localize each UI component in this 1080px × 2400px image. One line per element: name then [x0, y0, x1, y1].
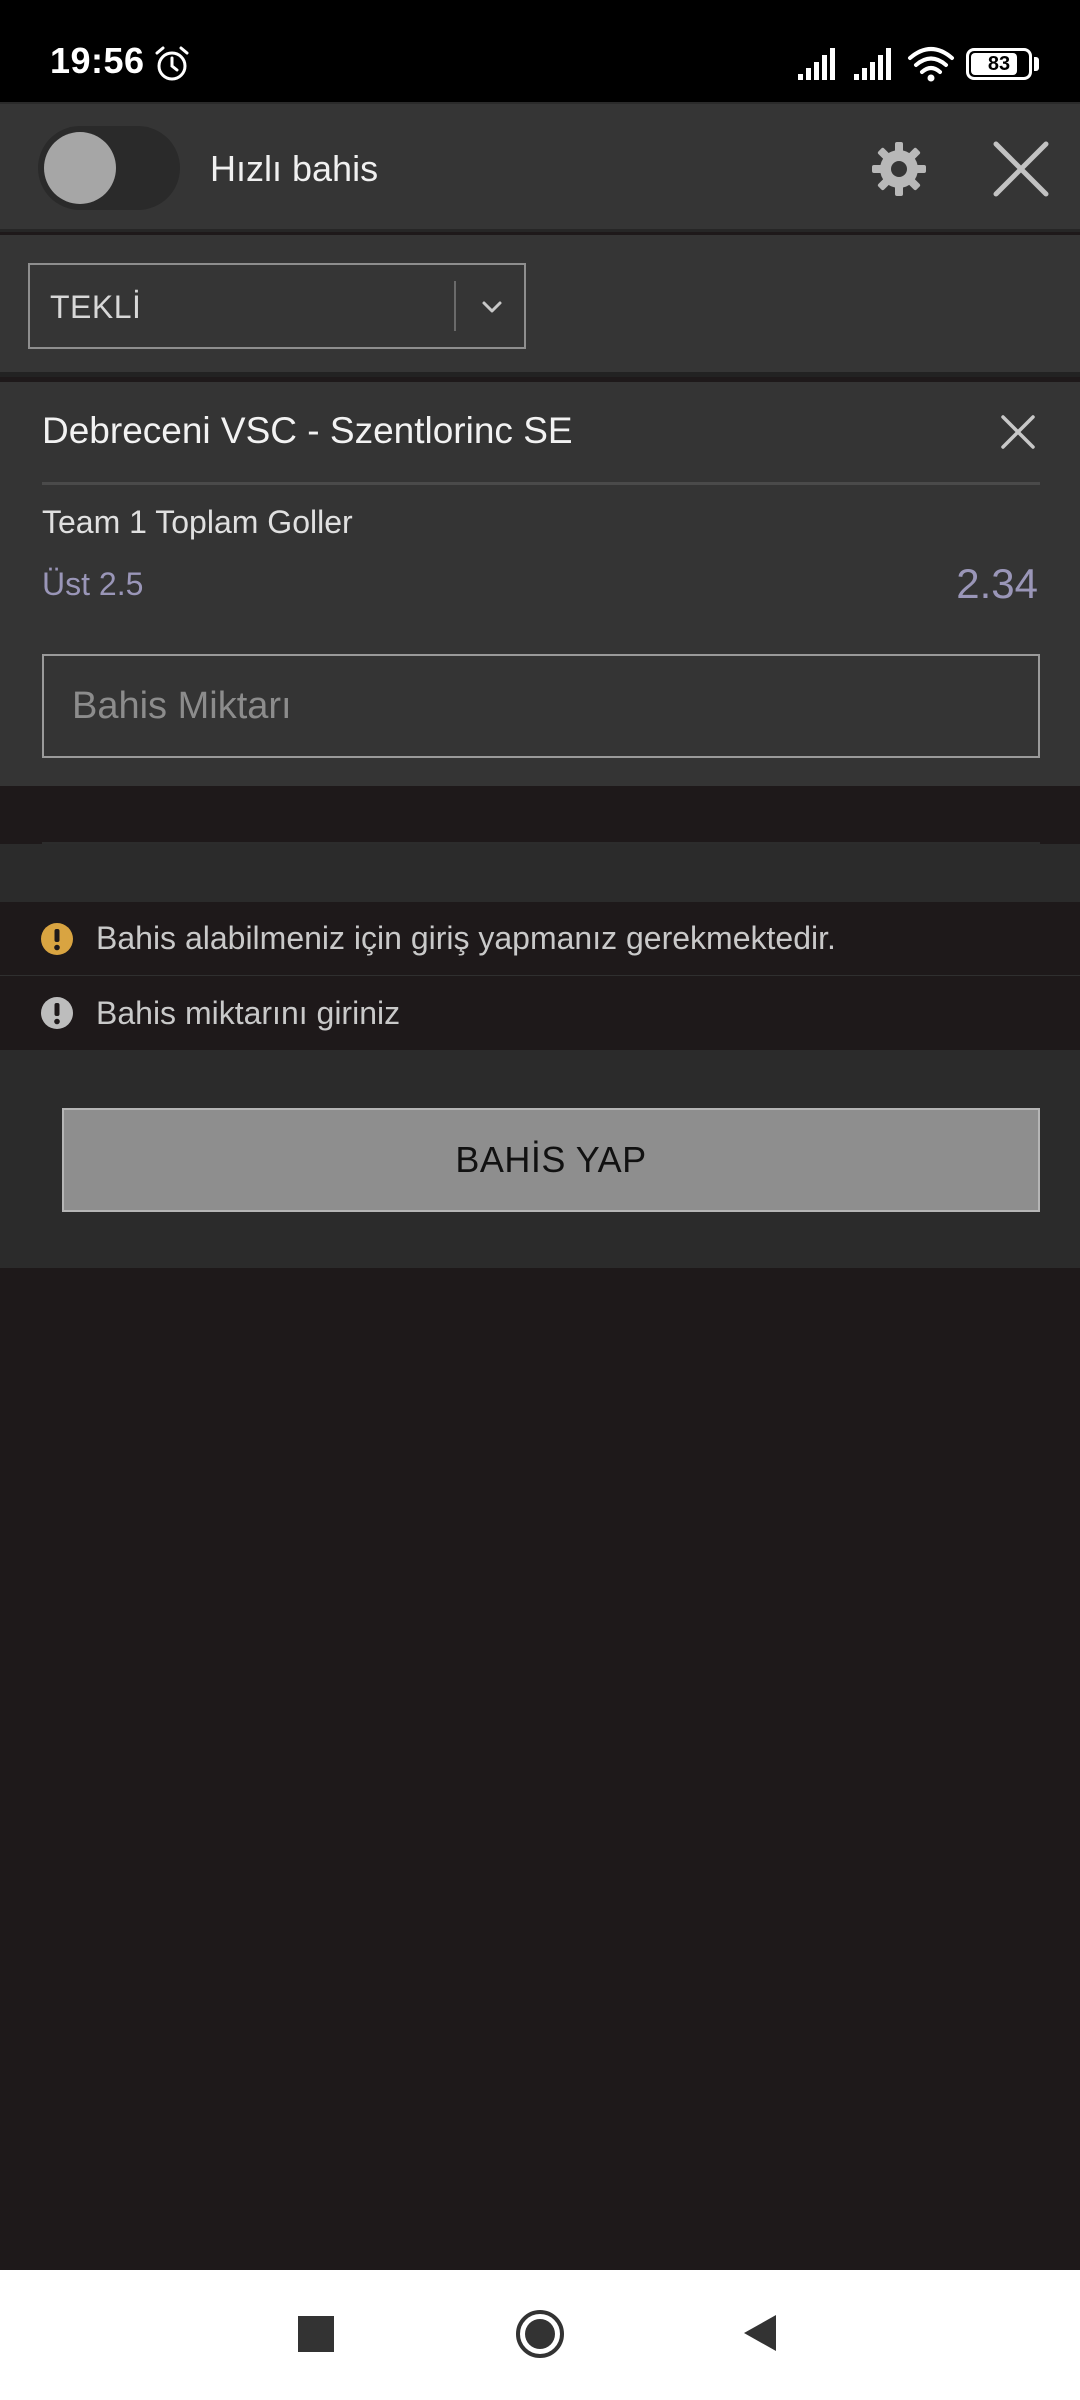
select-divider	[454, 281, 456, 331]
close-icon[interactable]	[990, 138, 1052, 200]
remove-selection-icon[interactable]	[998, 412, 1038, 452]
login-warning: Bahis alabilmeniz için giriş yapmanız ge…	[0, 902, 1080, 976]
battery-tip	[1034, 57, 1039, 71]
status-bar: 19:56 83	[0, 0, 1080, 102]
place-bet-section: BAHİS YAP	[0, 1050, 1080, 1268]
bet-type-row: TEKLİ	[0, 235, 1080, 377]
bet-slip-header: Hızlı bahis	[0, 102, 1080, 232]
bet-type-value: TEKLİ	[50, 289, 142, 325]
card-divider	[42, 482, 1040, 485]
toggle-knob[interactable]	[44, 132, 116, 204]
system-nav-bar	[0, 2270, 1080, 2400]
alarm-icon	[155, 46, 189, 81]
quick-bet-toggle[interactable]	[38, 126, 180, 210]
selection-name: Üst 2.5	[42, 566, 144, 602]
home-icon[interactable]	[514, 2308, 566, 2360]
spacer	[0, 786, 1080, 844]
warning-icon	[41, 922, 73, 955]
bet-selection-card: Debreceni VSC - Szentlorinc SE Team 1 To…	[0, 382, 1080, 786]
quick-bet-label: Hızlı bahis	[210, 148, 379, 189]
stake-input[interactable]	[42, 654, 1040, 758]
status-time: 19:56	[50, 40, 145, 81]
back-icon[interactable]	[740, 2312, 780, 2354]
battery-level: 83	[987, 52, 1011, 75]
gear-icon[interactable]	[870, 140, 928, 198]
info-icon	[41, 997, 73, 1029]
spacer-row	[0, 844, 1080, 902]
signal-icon	[854, 48, 891, 80]
stake-warning: Bahis miktarını giriniz	[0, 976, 1080, 1050]
warning-text: Bahis miktarını giriniz	[96, 994, 401, 1031]
chevron-down-icon[interactable]	[476, 291, 508, 323]
bet-type-select[interactable]: TEKLİ	[28, 263, 526, 349]
warning-text: Bahis alabilmeniz için giriş yapmanız ge…	[96, 920, 836, 956]
battery-icon: 83	[966, 48, 1032, 80]
odds-value: 2.34	[956, 560, 1038, 607]
wifi-icon	[908, 47, 954, 82]
match-title: Debreceni VSC - Szentlorinc SE	[42, 410, 573, 451]
place-bet-button[interactable]: BAHİS YAP	[62, 1108, 1040, 1212]
market-name: Team 1 Toplam Goller	[42, 504, 353, 540]
signal-icon	[798, 48, 835, 80]
recents-icon[interactable]	[298, 2316, 334, 2352]
